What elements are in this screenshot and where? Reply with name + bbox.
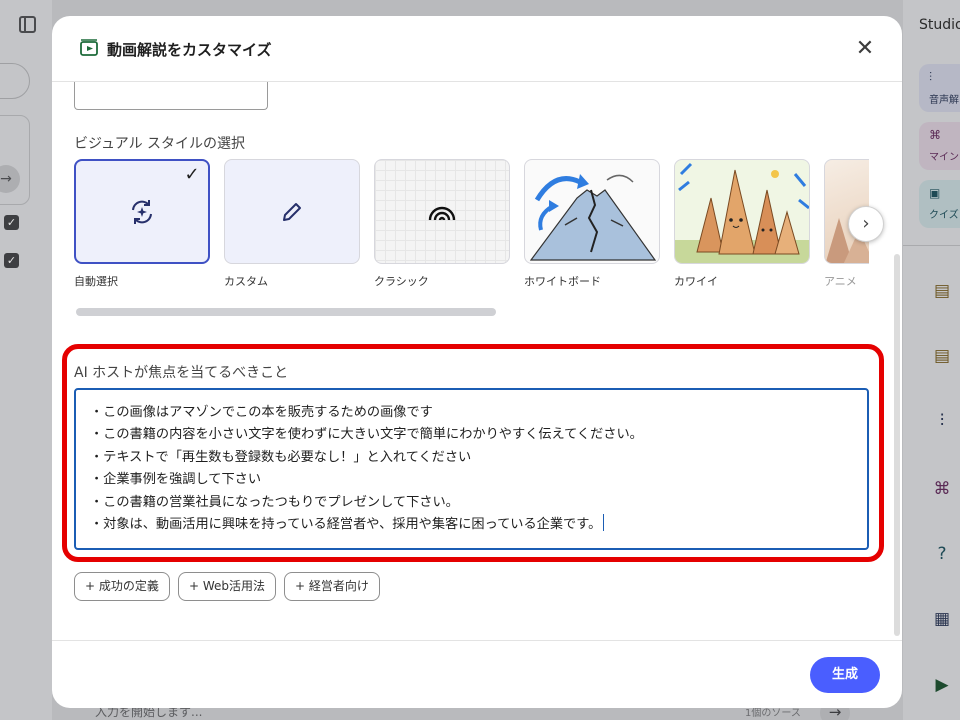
focus-textarea[interactable]: ・この画像はアマゾンでこの本を販売するための画像です ・この書籍の内容を小さい文… [74, 388, 869, 550]
focus-field-label: AI ホストが焦点を当てるべきこと [74, 365, 289, 381]
background-add-source-pill [0, 63, 30, 99]
style-label-anime: アニメ [824, 275, 857, 288]
chip-web-usage[interactable]: + Web活用法 [178, 572, 277, 601]
style-card-auto[interactable]: ✓ [74, 159, 210, 264]
checkmark-icon: ✓ [184, 164, 200, 185]
generate-button[interactable]: 生成 [810, 657, 880, 693]
style-label-auto: 自動選択 [74, 275, 118, 288]
mindmap-icon: ⌘ [929, 128, 941, 142]
whiteboard-volcano-image [529, 174, 657, 261]
cards-icon: ▦ [933, 609, 951, 629]
auto-refresh-icon [132, 199, 152, 224]
film-icon: ▤ [933, 346, 951, 366]
film-icon: ▤ [933, 281, 951, 301]
studio-tile-label: 音声解 [929, 95, 959, 106]
video-overview-icon [80, 39, 98, 56]
dialog-footer-divider [52, 640, 902, 641]
style-label-custom: カスタム [224, 275, 268, 288]
studio-tile-audio: ⫶ 音声解 [919, 64, 960, 112]
visual-style-heading: ビジュアル スタイルの選択 [74, 136, 246, 152]
studio-tile-quiz: ▣ クイズ [919, 180, 960, 228]
style-label-classic: クラシック [374, 275, 429, 288]
style-card-classic[interactable] [374, 159, 510, 264]
studio-tile-label: クイズ [929, 210, 959, 221]
text-caret [603, 514, 605, 532]
carousel-scrollbar[interactable] [76, 308, 496, 316]
kawaii-rocks-image [675, 162, 809, 263]
studio-title: Studio [919, 17, 960, 33]
focus-text: ・この画像はアマゾンでこの本を販売するための画像です ・この書籍の内容を小さい文… [90, 405, 643, 533]
dialog-title: 動画解説をカスタマイズ [107, 41, 272, 59]
quiz-icon: ▣ [929, 186, 941, 200]
mindmap-icon: ⌘ [933, 479, 951, 499]
pencil-icon [283, 202, 301, 221]
audio-wave-icon: ⫶ [939, 411, 945, 431]
background-left-panel: → ✓ ✓ [0, 0, 52, 720]
checkbox-checked-icon: ✓ [4, 253, 19, 268]
sidebar-toggle-icon [19, 16, 36, 33]
previous-input-field[interactable] [74, 82, 268, 110]
quiz-icon: ? [937, 544, 947, 564]
studio-tile-mindmap: ⌘ マイン [919, 122, 960, 170]
style-card-custom[interactable] [224, 159, 360, 264]
video-icon: ▶ [935, 675, 949, 695]
carousel-next-button[interactable]: › [848, 206, 884, 242]
style-card-whiteboard[interactable] [524, 159, 660, 264]
studio-tile-label: マイン [929, 152, 959, 163]
chip-success-definition[interactable]: + 成功の定義 [74, 572, 170, 601]
style-label-kawaii: カワイイ [674, 275, 718, 288]
audio-wave-icon: ⫶ [929, 70, 933, 84]
chip-for-executives[interactable]: + 経営者向け [284, 572, 380, 601]
style-label-whiteboard: ホワイトボード [524, 275, 601, 288]
dialog-header: 動画解説をカスタマイズ ✕ [52, 16, 902, 82]
rainbow-arc-icon [428, 206, 456, 220]
close-icon[interactable]: ✕ [852, 36, 878, 62]
customize-video-dialog: 動画解説をカスタマイズ ✕ ビジュアル スタイルの選択 ✓ 自動選択 カスタム … [52, 16, 902, 708]
divider [903, 245, 960, 246]
style-card-kawaii[interactable] [674, 159, 810, 264]
dialog-scrollbar[interactable] [894, 254, 900, 636]
checkbox-checked-icon: ✓ [4, 215, 19, 230]
background-studio-panel: Studio ⫶ 音声解 ⌘ マイン ▣ クイズ ▤ ▤ ⫶ ⌘ ? ▦ ▶ [903, 0, 960, 720]
visual-style-carousel: ✓ 自動選択 カスタム クラシック ホワイトボード カワイイ アニメ [74, 159, 869, 294]
